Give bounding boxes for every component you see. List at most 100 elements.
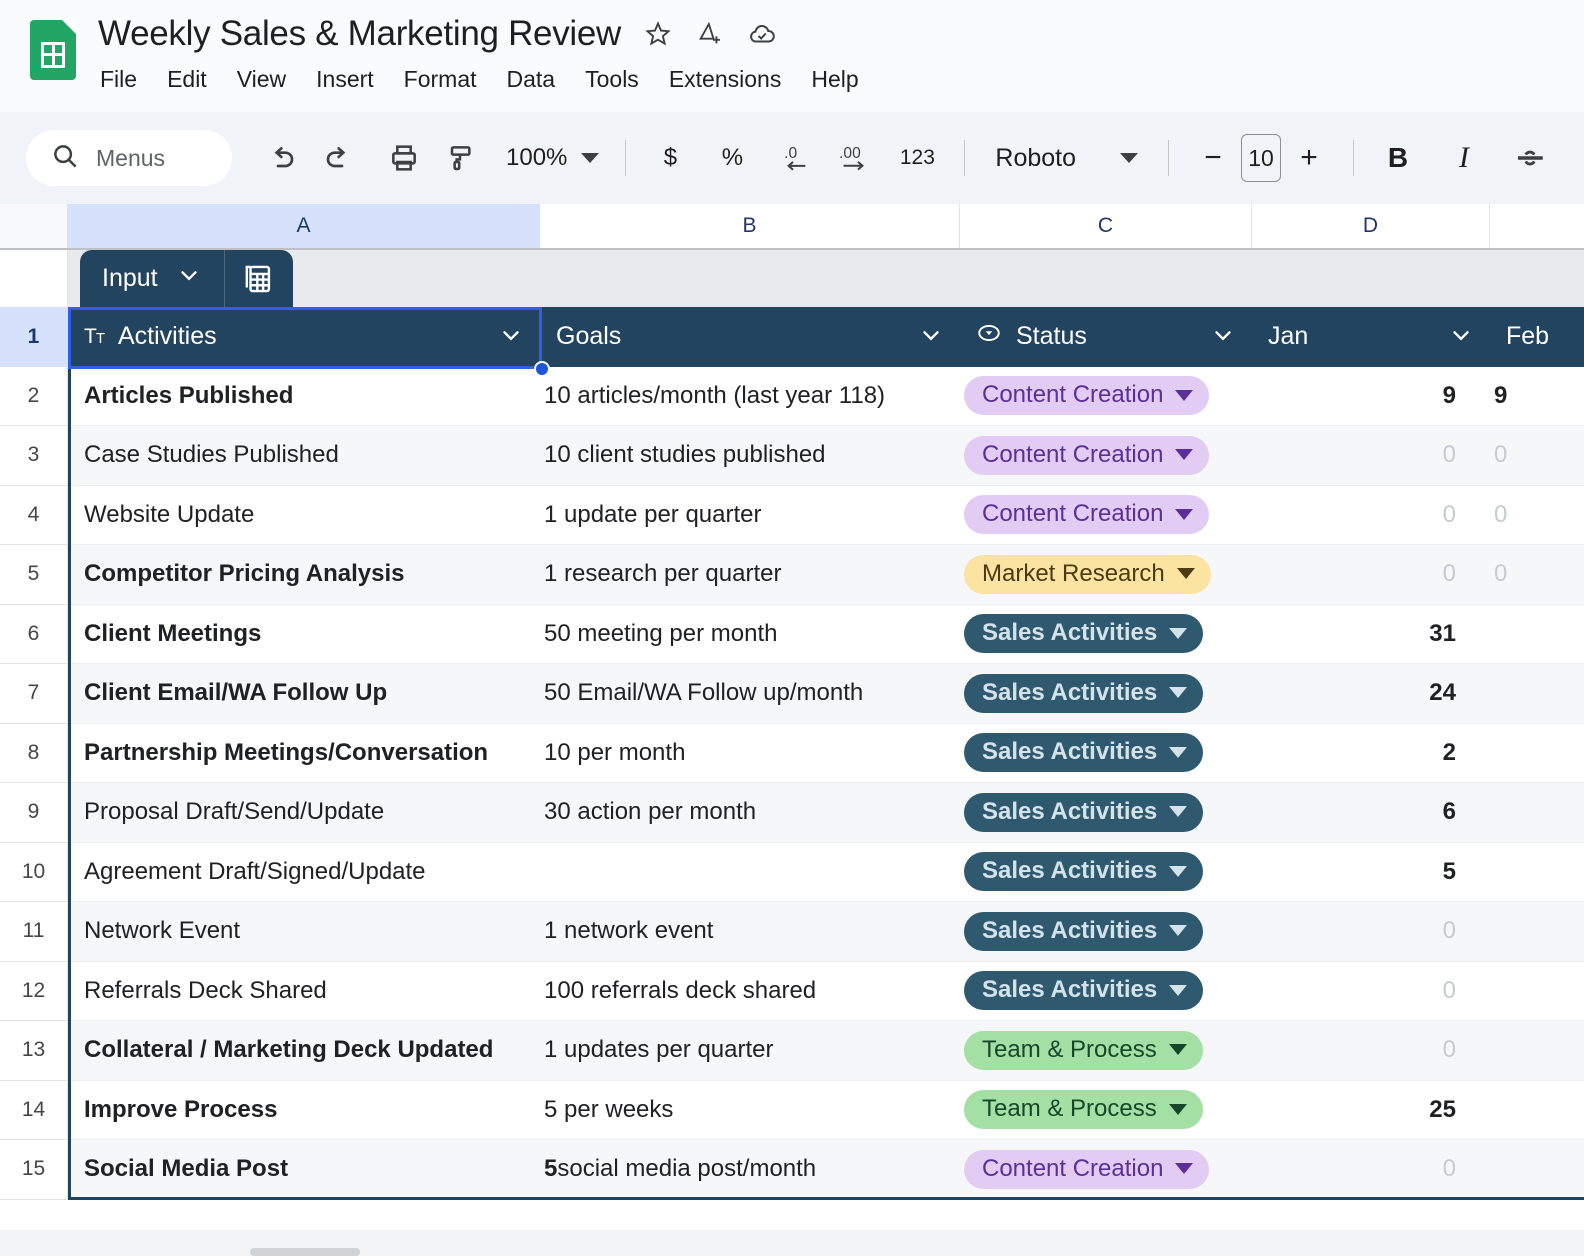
cell-feb[interactable] bbox=[1478, 1140, 1584, 1199]
cell-status[interactable]: Content Creation bbox=[948, 486, 1240, 545]
cell-goal[interactable]: 10 per month bbox=[528, 724, 948, 783]
cell-activity[interactable]: Client Email/WA Follow Up bbox=[68, 664, 528, 723]
table-name-button[interactable]: Input bbox=[80, 250, 224, 307]
menu-edit[interactable]: Edit bbox=[167, 66, 207, 93]
print-button[interactable] bbox=[376, 130, 432, 186]
cell-activity[interactable]: Partnership Meetings/Conversation bbox=[68, 724, 528, 783]
row-header-8[interactable]: 8 bbox=[0, 723, 68, 783]
cell-jan[interactable]: 0 bbox=[1240, 486, 1478, 545]
menu-file[interactable]: File bbox=[100, 66, 137, 93]
chevron-down-icon[interactable] bbox=[1168, 1103, 1187, 1115]
table-header-feb[interactable]: Feb bbox=[1490, 307, 1584, 367]
cell-jan[interactable]: 5 bbox=[1240, 843, 1478, 902]
row-header-13[interactable]: 13 bbox=[0, 1021, 68, 1081]
cell-feb[interactable]: 9 bbox=[1478, 367, 1584, 426]
increase-font-size-button[interactable]: + bbox=[1281, 130, 1337, 186]
cell-status[interactable]: Sales Activities bbox=[948, 605, 1240, 664]
cell-feb[interactable] bbox=[1478, 605, 1584, 664]
bold-button[interactable]: B bbox=[1370, 130, 1426, 186]
cell-jan[interactable]: 0 bbox=[1240, 902, 1478, 961]
italic-button[interactable]: I bbox=[1436, 130, 1492, 186]
cell-goal[interactable]: 1 network event bbox=[528, 902, 948, 961]
cell-jan[interactable]: 2 bbox=[1240, 724, 1478, 783]
decrease-font-size-button[interactable]: − bbox=[1185, 130, 1241, 186]
status-badge[interactable]: Content Creation bbox=[964, 435, 1210, 475]
column-header-c[interactable]: C bbox=[960, 204, 1252, 248]
chevron-down-icon[interactable] bbox=[1169, 806, 1188, 818]
redo-button[interactable] bbox=[310, 130, 366, 186]
cell-status[interactable]: Team & Process bbox=[948, 1081, 1240, 1140]
cell-status[interactable]: Sales Activities bbox=[948, 902, 1240, 961]
status-badge[interactable]: Content Creation bbox=[964, 495, 1210, 535]
status-badge[interactable]: Sales Activities bbox=[964, 792, 1204, 832]
cell-feb[interactable]: 0 bbox=[1478, 486, 1584, 545]
cell-status[interactable]: Sales Activities bbox=[948, 724, 1240, 783]
font-family-selector[interactable]: Roboto bbox=[981, 144, 1152, 173]
row-header-10[interactable]: 10 bbox=[0, 842, 68, 902]
table-header-jan[interactable]: Jan bbox=[1252, 307, 1490, 367]
sheet-tab-placeholder[interactable] bbox=[250, 1248, 360, 1256]
cell-feb[interactable] bbox=[1478, 724, 1584, 783]
cell-goal[interactable]: 5 social media post/month bbox=[528, 1140, 948, 1199]
cell-goal[interactable]: 50 meeting per month bbox=[528, 605, 948, 664]
zoom-selector[interactable]: 100% bbox=[488, 144, 609, 172]
chevron-down-icon[interactable] bbox=[498, 322, 524, 352]
cell-feb[interactable] bbox=[1478, 1021, 1584, 1080]
status-badge[interactable]: Sales Activities bbox=[964, 911, 1204, 951]
cell-goal[interactable]: 50 Email/WA Follow up/month bbox=[528, 664, 948, 723]
cell-activity[interactable]: Client Meetings bbox=[68, 605, 528, 664]
row-header-4[interactable]: 4 bbox=[0, 485, 68, 545]
row-header-15[interactable]: 15 bbox=[0, 1140, 68, 1200]
status-badge[interactable]: Team & Process bbox=[964, 1090, 1203, 1130]
cell-feb[interactable] bbox=[1478, 902, 1584, 961]
row-header-5[interactable]: 5 bbox=[0, 545, 68, 605]
star-icon[interactable] bbox=[643, 19, 673, 49]
cell-goal[interactable]: 100 referrals deck shared bbox=[528, 962, 948, 1021]
cell-goal[interactable]: 30 action per month bbox=[528, 783, 948, 842]
row-header-7[interactable]: 7 bbox=[0, 664, 68, 724]
row-header-2[interactable]: 2 bbox=[0, 366, 68, 426]
status-badge[interactable]: Sales Activities bbox=[964, 852, 1204, 892]
increase-decimal-button[interactable]: .00 bbox=[830, 130, 886, 186]
row-header-6[interactable]: 6 bbox=[0, 604, 68, 664]
chevron-down-icon[interactable] bbox=[1169, 865, 1188, 877]
row-header-3[interactable]: 3 bbox=[0, 426, 68, 486]
search-input[interactable]: Menus bbox=[26, 130, 232, 186]
decrease-decimal-button[interactable]: .0 bbox=[774, 130, 830, 186]
currency-format-button[interactable]: $ bbox=[642, 130, 698, 186]
row-header-11[interactable]: 11 bbox=[0, 902, 68, 962]
column-header-a[interactable]: A bbox=[68, 204, 540, 248]
chevron-down-icon[interactable] bbox=[1175, 449, 1194, 461]
menu-insert[interactable]: Insert bbox=[316, 66, 374, 93]
cell-jan[interactable]: 0 bbox=[1240, 962, 1478, 1021]
cell-feb[interactable]: 0 bbox=[1478, 545, 1584, 604]
cell-status[interactable]: Sales Activities bbox=[948, 783, 1240, 842]
column-header-d[interactable]: D bbox=[1252, 204, 1490, 248]
column-header-e[interactable] bbox=[1490, 204, 1584, 248]
undo-button[interactable] bbox=[254, 130, 310, 186]
cell-goal[interactable]: 1 update per quarter bbox=[528, 486, 948, 545]
cell-jan[interactable]: 0 bbox=[1240, 1021, 1478, 1080]
chevron-down-icon[interactable] bbox=[1176, 568, 1195, 580]
cell-activity[interactable]: Proposal Draft/Send/Update bbox=[68, 783, 528, 842]
move-to-drive-icon[interactable] bbox=[695, 19, 725, 49]
cell-jan[interactable]: 0 bbox=[1240, 1140, 1478, 1199]
row-header-9[interactable]: 9 bbox=[0, 783, 68, 843]
cell-activity[interactable]: Social Media Post bbox=[68, 1140, 528, 1199]
cell-status[interactable]: Sales Activities bbox=[948, 664, 1240, 723]
status-badge[interactable]: Content Creation bbox=[964, 376, 1210, 416]
table-header-status[interactable]: Status bbox=[960, 307, 1252, 367]
cell-activity[interactable]: Referrals Deck Shared bbox=[68, 962, 528, 1021]
cell-goal[interactable]: 1 research per quarter bbox=[528, 545, 948, 604]
cell-activity[interactable]: Website Update bbox=[68, 486, 528, 545]
font-size-input[interactable]: 10 bbox=[1241, 134, 1281, 182]
chevron-down-icon[interactable] bbox=[1169, 746, 1188, 758]
cell-jan[interactable]: 31 bbox=[1240, 605, 1478, 664]
row-header-1[interactable]: 1 bbox=[0, 307, 68, 367]
chevron-down-icon[interactable] bbox=[1210, 322, 1236, 352]
cell-activity[interactable]: Network Event bbox=[68, 902, 528, 961]
cell-status[interactable]: Team & Process bbox=[948, 1021, 1240, 1080]
cell-jan[interactable]: 24 bbox=[1240, 664, 1478, 723]
chevron-down-icon[interactable] bbox=[1175, 1163, 1194, 1175]
row-header-12[interactable]: 12 bbox=[0, 961, 68, 1021]
